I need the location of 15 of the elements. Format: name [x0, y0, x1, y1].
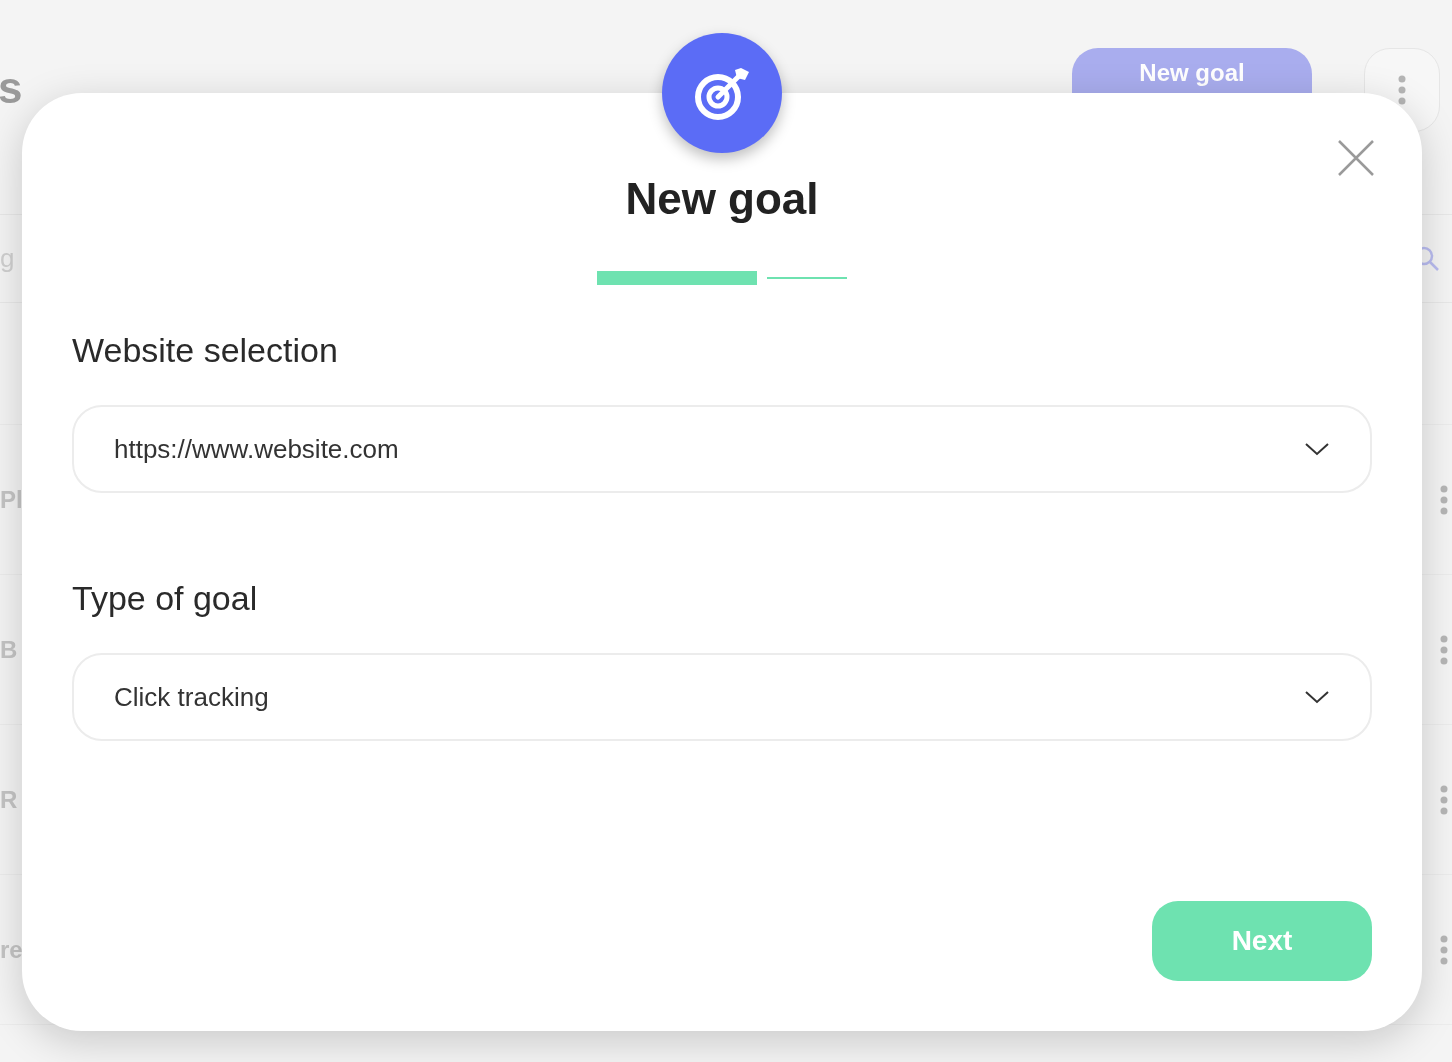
field-label: Type of goal [72, 581, 259, 615]
row-menu-icon[interactable] [1440, 784, 1448, 815]
page-heading: s [0, 66, 23, 110]
field-label: Website selection [72, 333, 339, 367]
dialog-title: New goal [624, 177, 820, 221]
more-icon[interactable] [1398, 75, 1406, 105]
chevron-down-icon [1304, 441, 1330, 457]
row-menu-icon[interactable] [1440, 634, 1448, 665]
chevron-down-icon [1304, 689, 1330, 705]
select-field[interactable]: https://www.website.com [72, 405, 1372, 493]
select-field[interactable]: Click tracking [72, 653, 1372, 741]
close-button[interactable] [1338, 140, 1374, 176]
row-menu-icon[interactable] [1440, 484, 1448, 515]
close-icon [1338, 140, 1374, 176]
row-menu-icon[interactable] [1440, 934, 1448, 965]
